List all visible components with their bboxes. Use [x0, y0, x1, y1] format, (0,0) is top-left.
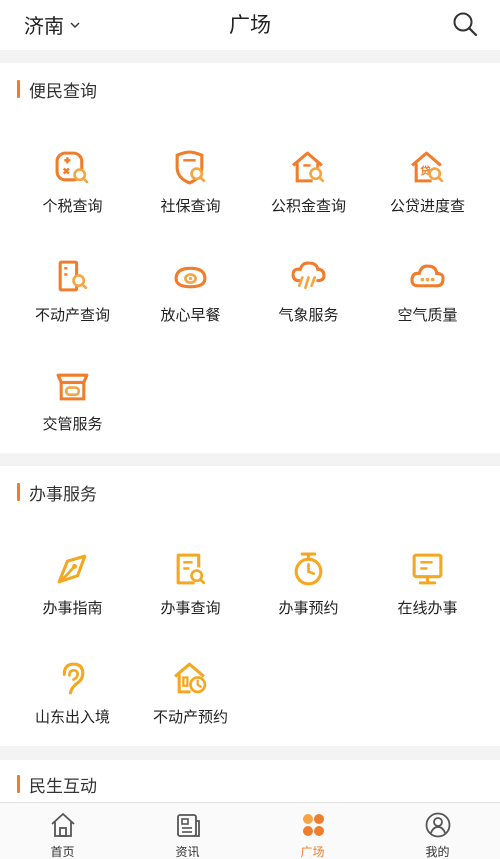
top-bar: 济南 广场 — [0, 0, 500, 50]
tab-label: 首页 — [50, 845, 75, 859]
section-header: 便民查询 — [17, 79, 97, 102]
grid-item-housing-fund-query[interactable]: 公积金查询 — [246, 149, 371, 249]
real-estate-search-icon — [58, 260, 88, 292]
grid-item-label: 放心早餐 — [160, 306, 221, 324]
grid-item-online-affairs[interactable]: 在线办事 — [365, 551, 490, 651]
grid-item-label: 办事指南 — [42, 599, 103, 617]
breakfast-icon — [174, 266, 207, 289]
grid-item-label: 交管服务 — [42, 415, 103, 433]
section-title: 办事服务 — [29, 484, 97, 505]
tab-label: 我的 — [425, 845, 450, 859]
section-header: 民生互动 — [17, 774, 97, 797]
grid-item-label: 社保查询 — [160, 197, 221, 215]
section-accent-bar — [17, 483, 20, 501]
city-label: 济南 — [24, 14, 64, 38]
traffic-service-icon — [56, 373, 89, 401]
loan-progress-icon: 贷 — [411, 151, 444, 183]
city-selector[interactable]: 济南 — [24, 10, 80, 39]
section-convenience-query: 便民查询 个税查询 社保查询 公积金查询 贷 公贷进度查 不动产查询 放心早餐 … — [0, 63, 500, 453]
tab-news[interactable]: 资讯 — [125, 803, 250, 859]
tab-mine[interactable]: 我的 — [375, 803, 500, 859]
tax-search-icon — [55, 151, 89, 184]
grid-item-label: 气象服务 — [278, 306, 339, 324]
grid-item-tax-query[interactable]: 个税查询 — [10, 149, 135, 249]
document-search-icon — [176, 553, 206, 585]
air-quality-icon — [410, 264, 445, 288]
section-title: 民生互动 — [29, 776, 97, 797]
grid-item-affairs-query[interactable]: 办事查询 — [128, 551, 253, 651]
section-accent-bar — [17, 775, 20, 793]
section-accent-bar — [17, 80, 20, 98]
grid-item-label: 公贷进度查 — [389, 197, 465, 215]
section-livelihood-interaction: 民生互动 — [0, 760, 500, 805]
social-security-search-icon — [175, 150, 206, 185]
grid-item-label: 办事查询 — [160, 599, 221, 617]
section-title: 便民查询 — [29, 81, 97, 102]
grid-item-affairs-guide[interactable]: 办事指南 — [10, 551, 135, 651]
grid-item-real-estate-appointment[interactable]: 不动产预约 — [128, 660, 253, 760]
grid-item-label: 山东出入境 — [34, 708, 110, 726]
grid-item-affairs-appointment[interactable]: 办事预约 — [246, 551, 371, 651]
grid-item-breakfast[interactable]: 放心早餐 — [128, 258, 253, 358]
grid-item-label: 在线办事 — [397, 599, 458, 617]
tab-label: 广场 — [300, 845, 325, 859]
grid-item-air-quality[interactable]: 空气质量 — [365, 258, 490, 358]
tab-label: 资讯 — [175, 845, 200, 859]
stopwatch-icon — [294, 552, 323, 586]
square-dots-icon — [303, 814, 324, 836]
grid-item-weather[interactable]: 气象服务 — [246, 258, 371, 358]
monitor-icon — [412, 553, 443, 585]
tab-square[interactable]: 广场 — [250, 803, 375, 859]
section-header: 办事服务 — [17, 482, 97, 505]
bottom-tab-bar: 首页 资讯 广场 我的 — [0, 802, 500, 859]
grid-item-social-security-query[interactable]: 社保查询 — [128, 149, 253, 249]
housing-fund-search-icon — [292, 151, 325, 183]
grid-item-traffic-service[interactable]: 交管服务 — [10, 367, 135, 467]
grid-item-label: 办事预约 — [278, 599, 339, 617]
grid-item-real-estate-query[interactable]: 不动产查询 — [10, 258, 135, 358]
home-icon — [51, 813, 75, 837]
weather-icon — [291, 261, 326, 290]
grid-item-shandong-exit-entry[interactable]: 山东出入境 — [10, 660, 135, 760]
user-icon — [425, 812, 451, 838]
section-affairs-service: 办事服务 办事指南 办事查询 办事预约 在线办事 山东出入境 不动产预约 — [0, 466, 500, 746]
grid-item-loan-progress[interactable]: 贷 公贷进度查 — [365, 149, 490, 249]
grid-item-label: 公积金查询 — [270, 197, 346, 215]
grid-item-label: 空气质量 — [397, 306, 458, 324]
search-icon[interactable] — [452, 11, 478, 37]
grid-item-label: 不动产预约 — [152, 708, 228, 726]
grid-item-label: 个税查询 — [42, 197, 103, 215]
ear-icon — [62, 662, 85, 695]
compass-guide-icon — [57, 554, 87, 584]
news-icon — [177, 814, 200, 837]
chevron-down-icon — [70, 22, 80, 28]
tab-home[interactable]: 首页 — [0, 803, 125, 859]
grid-item-label: 不动产查询 — [34, 306, 110, 324]
house-clock-icon — [174, 662, 207, 694]
